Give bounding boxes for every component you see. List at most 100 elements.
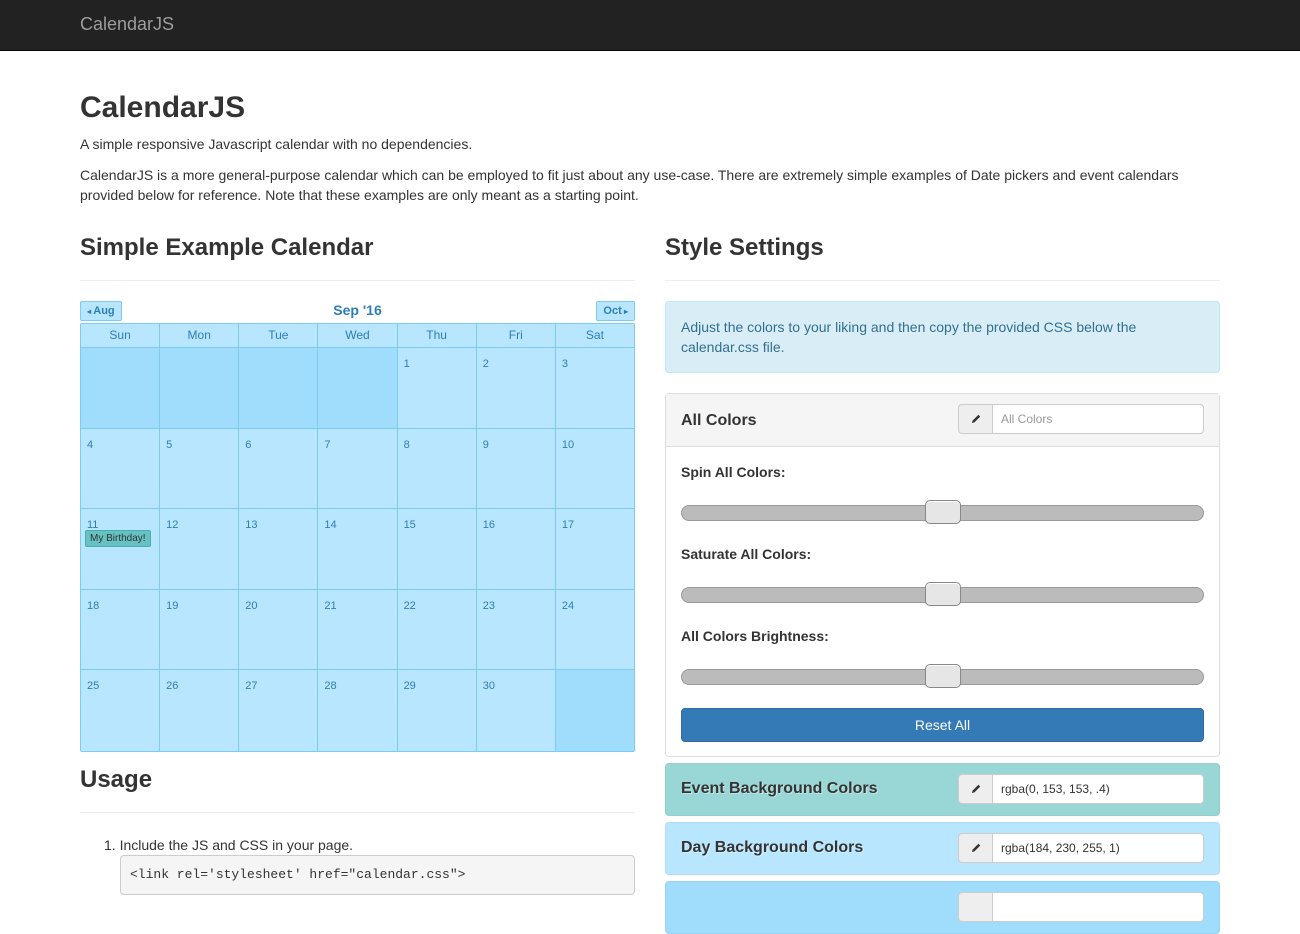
calendar-day-empty xyxy=(81,348,161,428)
calendar-event[interactable]: My Birthday! xyxy=(85,530,151,547)
calendar-day[interactable]: 17 xyxy=(555,509,634,589)
calendar-day[interactable]: 22 xyxy=(397,589,477,669)
weekday-label: Tue xyxy=(239,324,319,347)
arrow-right-icon: ▸ xyxy=(621,307,628,316)
calendar-day[interactable]: 9 xyxy=(476,428,556,508)
next-color-input[interactable] xyxy=(993,892,1204,922)
calendar-day[interactable]: 12 xyxy=(160,509,240,589)
event-bg-input[interactable] xyxy=(993,774,1204,804)
calendar-day[interactable]: 25 xyxy=(81,670,161,751)
calendar-day[interactable]: 10 xyxy=(555,428,634,508)
day-number: 26 xyxy=(166,680,179,692)
day-number: 27 xyxy=(245,680,258,692)
page-lead: A simple responsive Javascript calendar … xyxy=(80,136,473,152)
weekday-header: Sun Mon Tue Wed Thu Fri Sat xyxy=(81,324,634,348)
day-number: 18 xyxy=(87,599,100,612)
all-colors-header: All Colors xyxy=(666,394,1219,447)
calendar-day[interactable]: 21 xyxy=(318,589,398,669)
day-number: 17 xyxy=(561,519,575,531)
all-colors-input[interactable] xyxy=(993,404,1204,434)
calendar-day[interactable]: 27 xyxy=(239,670,319,751)
next-month-button[interactable]: Oct ▸ xyxy=(596,301,635,321)
style-settings-column: Style Settings Adjust the colors to your… xyxy=(665,234,1220,934)
calendar-day[interactable]: 18 xyxy=(81,589,161,669)
calendar-day-empty xyxy=(318,348,398,428)
calendar-day[interactable]: 3 xyxy=(555,348,634,428)
divider xyxy=(665,280,1220,281)
style-settings-title: Style Settings xyxy=(665,234,824,261)
calendar-day[interactable]: 13 xyxy=(239,509,319,589)
brightness-slider[interactable] xyxy=(681,664,1204,688)
calendar-day[interactable]: 14 xyxy=(318,509,398,589)
next-month-label: Oct xyxy=(603,305,622,317)
color-picker-button[interactable] xyxy=(958,774,993,804)
reset-all-button[interactable]: Reset All xyxy=(681,708,1204,742)
day-number: 20 xyxy=(245,599,258,612)
weekday-label: Thu xyxy=(398,324,477,347)
day-number: 12 xyxy=(166,519,179,531)
divider xyxy=(80,812,635,813)
calendar-day[interactable]: 29 xyxy=(397,670,477,751)
day-number: 21 xyxy=(324,599,337,612)
calendar-day[interactable]: 23 xyxy=(476,589,556,669)
slider-thumb[interactable] xyxy=(925,582,961,606)
all-colors-panel: All Colors Spin All Colors: Saturate All… xyxy=(665,393,1220,757)
calendar-day[interactable]: 20 xyxy=(239,589,319,669)
calendar-day[interactable]: 8 xyxy=(397,428,477,508)
day-bg-picker xyxy=(958,833,1204,863)
event-bg-title: Event Background Colors xyxy=(681,780,878,797)
color-picker-button[interactable] xyxy=(958,892,993,922)
calendar-day[interactable]: 7 xyxy=(318,428,398,508)
spin-slider[interactable] xyxy=(681,500,1204,524)
day-number: 14 xyxy=(324,519,337,531)
calendar-week: 18 19 20 21 22 23 24 xyxy=(81,589,634,670)
slider-thumb[interactable] xyxy=(925,664,961,688)
calendar-day[interactable]: 16 xyxy=(476,509,556,589)
day-number: 25 xyxy=(87,680,100,692)
calendar-day-empty xyxy=(160,348,240,428)
color-picker-button[interactable] xyxy=(958,404,993,434)
day-bg-input[interactable] xyxy=(993,833,1204,863)
usage-step-text: Include the JS and CSS in your page. xyxy=(119,837,354,853)
day-number: 4 xyxy=(87,438,94,451)
day-bg-panel: Day Background Colors xyxy=(665,822,1220,875)
day-bg-title: Day Background Colors xyxy=(681,839,864,856)
calendar-day[interactable]: 26 xyxy=(160,670,240,751)
calendar-day[interactable]: 6 xyxy=(239,428,319,508)
calendar-day[interactable]: 28 xyxy=(318,670,398,751)
calendar-day[interactable]: 19 xyxy=(160,589,240,669)
day-number: 19 xyxy=(166,599,179,612)
brand-link[interactable]: CalendarJS xyxy=(80,14,174,35)
calendar-day[interactable]: 15 xyxy=(397,509,477,589)
info-alert: Adjust the colors to your liking and the… xyxy=(665,301,1220,373)
color-picker-button[interactable] xyxy=(958,833,993,863)
calendar-day[interactable]: 24 xyxy=(555,589,634,669)
calendar-day[interactable]: 5 xyxy=(160,428,240,508)
day-number: 8 xyxy=(403,438,410,451)
all-colors-title: All Colors xyxy=(681,412,757,429)
saturate-slider[interactable] xyxy=(681,582,1204,606)
usage-section: Usage 1. Include the JS and CSS in your … xyxy=(80,766,635,895)
calendar-week: 25 26 27 28 29 30 xyxy=(81,670,634,751)
calendar-day[interactable]: 1 xyxy=(397,348,477,428)
pencil-icon xyxy=(971,784,980,793)
calendar-day-empty xyxy=(555,670,634,751)
day-number: 10 xyxy=(561,438,575,451)
calendar-day[interactable]: 11 My Birthday! xyxy=(81,509,161,589)
calendar-week: 11 My Birthday! 12 13 14 15 16 17 xyxy=(81,509,634,590)
divider xyxy=(80,280,635,281)
day-number: 9 xyxy=(482,438,489,451)
calendar-day-empty xyxy=(239,348,319,428)
saturate-label: Saturate All Colors: xyxy=(681,546,812,562)
calendar-section-title: Simple Example Calendar xyxy=(80,234,374,261)
calendar-week: 4 5 6 7 8 9 10 xyxy=(81,428,634,509)
day-number: 15 xyxy=(403,519,416,531)
calendar-day[interactable]: 30 xyxy=(476,670,556,751)
day-number: 1 xyxy=(403,358,410,370)
day-number: 6 xyxy=(245,438,252,451)
slider-thumb[interactable] xyxy=(925,500,961,524)
calendar-day[interactable]: 4 xyxy=(81,428,161,508)
day-number: 23 xyxy=(482,599,495,612)
calendar-day[interactable]: 2 xyxy=(476,348,556,428)
spin-label: Spin All Colors: xyxy=(681,464,786,480)
